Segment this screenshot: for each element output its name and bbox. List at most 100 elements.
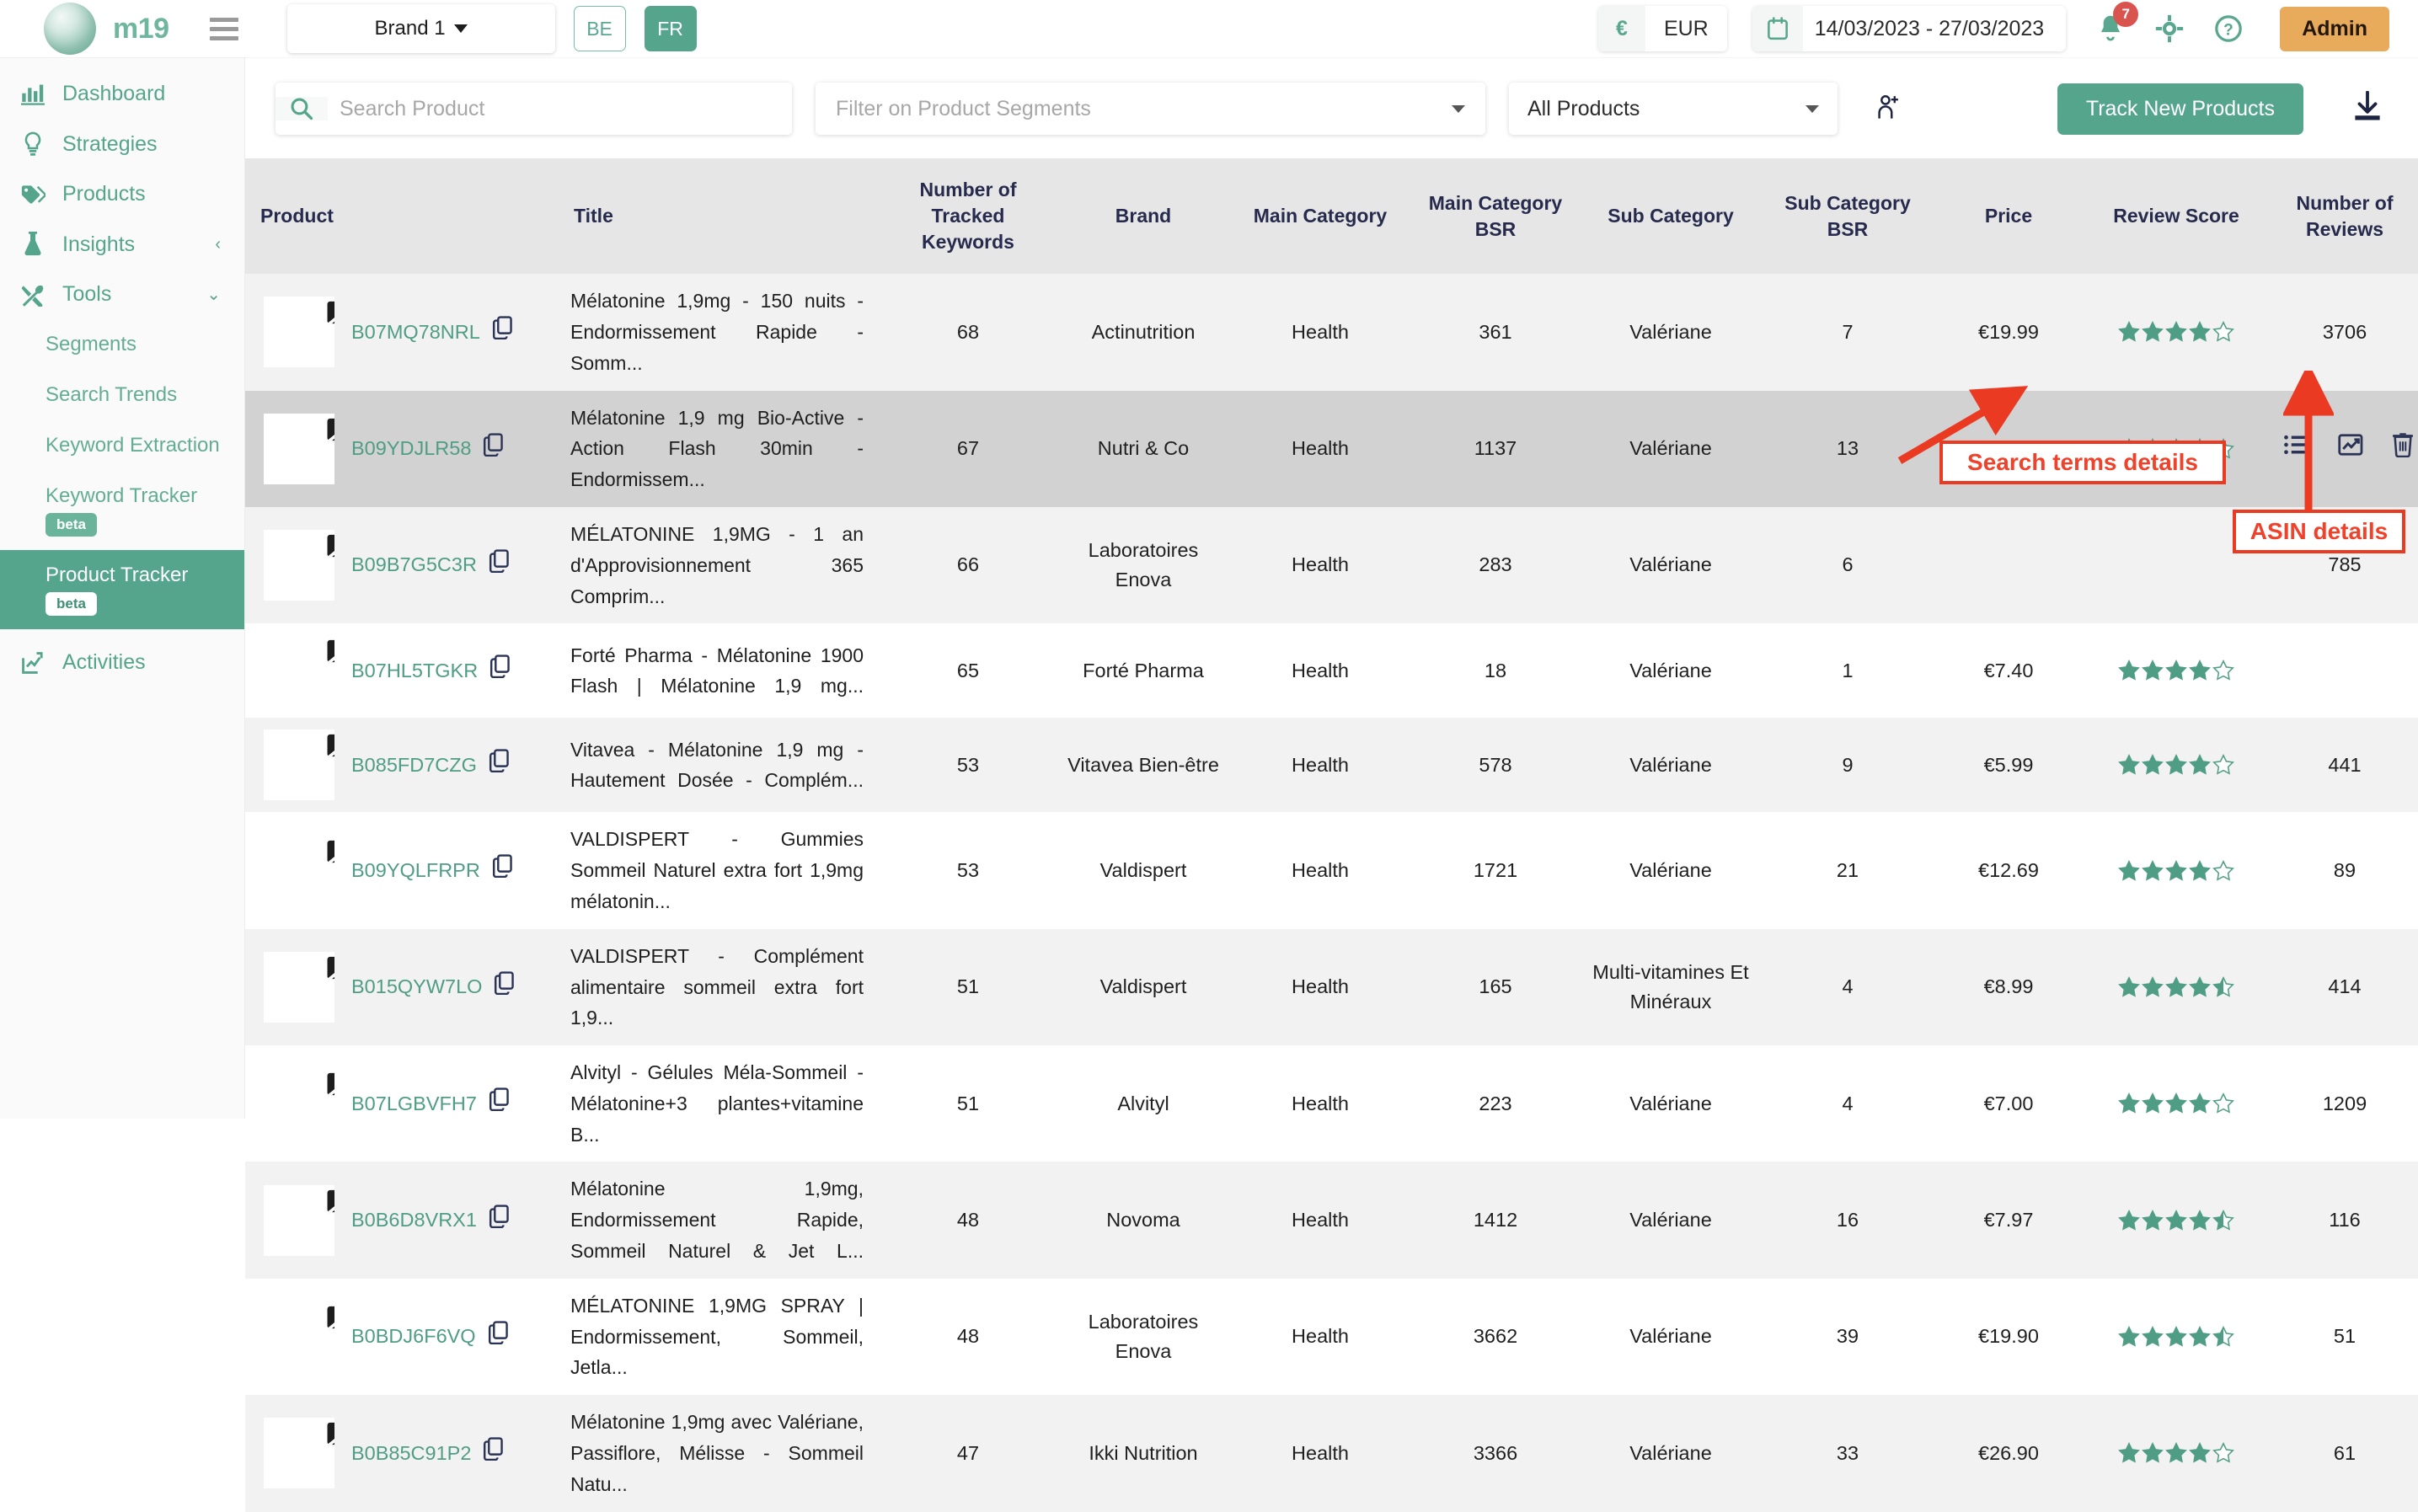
marketplace-fr-button[interactable]: FR	[644, 6, 697, 51]
column-header-review-score[interactable]: Review Score	[2084, 158, 2269, 274]
annotation-arrow-asin-details	[2283, 371, 2334, 512]
table-row[interactable]: B085FD7CZG Vitavea - Mélatonine 1,9 mg - …	[245, 718, 2418, 813]
cell-sub-category: Valériane	[1629, 320, 1712, 343]
copy-asin-icon[interactable]	[494, 971, 516, 1003]
column-header-title[interactable]: Title	[559, 158, 879, 274]
cell-sub-category-bsr: 6	[1842, 553, 1854, 576]
currency-selector[interactable]: € EUR	[1597, 6, 1727, 51]
annotation-search-terms-details: Search terms details	[1939, 441, 2226, 484]
table-row[interactable]: B0B85C91P2 Mélatonine 1,9mg avec Valérian…	[245, 1395, 2418, 1512]
cell-main-category-bsr: 223	[1479, 1092, 1512, 1114]
brand-selector[interactable]: Brand 1	[286, 4, 555, 53]
column-header-product[interactable]: Product	[245, 158, 559, 274]
column-header-main-category-bsr[interactable]: Main Category BSR	[1411, 158, 1580, 274]
cell-number-of-reviews: 1209	[2322, 1092, 2367, 1114]
copy-asin-icon[interactable]	[489, 654, 511, 687]
help-button[interactable]: ?	[2214, 14, 2243, 43]
product-asin-link[interactable]: B0B6D8VRX1	[351, 1205, 477, 1235]
product-asin-link[interactable]: B09YQLFRPR	[351, 856, 480, 885]
column-header-price[interactable]: Price	[1934, 158, 2084, 274]
sidebar-item-segments[interactable]: Segments	[0, 319, 244, 370]
download-icon[interactable]	[2352, 90, 2383, 127]
column-header-main-category[interactable]: Main Category	[1229, 158, 1411, 274]
product-asin-link[interactable]: B09YDJLR58	[351, 434, 471, 463]
no-image-icon	[326, 1070, 334, 1098]
asin-details-button[interactable]	[2338, 433, 2363, 465]
euro-icon: €	[1597, 6, 1645, 51]
cell-review-score	[2084, 929, 2269, 1045]
product-asin-link[interactable]: B0B85C91P2	[351, 1439, 471, 1468]
table-row[interactable]: B07HL5TGKR Forté Pharma - Mélatonine 1900…	[245, 623, 2418, 719]
copy-asin-icon[interactable]	[483, 1437, 505, 1469]
product-asin-link[interactable]: B07MQ78NRL	[351, 318, 480, 347]
date-range-picker[interactable]: 14/03/2023 - 27/03/2023	[1752, 6, 2067, 51]
product-segments-filter[interactable]: Filter on Product Segments	[816, 83, 1485, 135]
column-header-sub-category[interactable]: Sub Category	[1580, 158, 1762, 274]
cell-main-category-bsr: 361	[1479, 320, 1512, 343]
copy-asin-icon[interactable]	[489, 1087, 511, 1119]
settings-button[interactable]	[2155, 14, 2184, 43]
product-asin-link[interactable]: B07HL5TGKR	[351, 656, 478, 686]
sidebar-item-keyword-tracker[interactable]: Keyword Tracker beta	[0, 471, 244, 550]
column-header-number-of-reviews[interactable]: Number of Reviews	[2269, 158, 2418, 274]
copy-asin-icon[interactable]	[492, 854, 514, 886]
sidebar-item-insights[interactable]: Insights ‹	[0, 219, 244, 270]
copy-asin-icon[interactable]	[492, 316, 514, 348]
cell-price: €8.99	[1983, 975, 2034, 998]
product-asin-link[interactable]: B0BDJ6F6VQ	[351, 1322, 476, 1351]
sidebar-item-products[interactable]: Products	[0, 169, 244, 219]
admin-button[interactable]: Admin	[2280, 6, 2389, 51]
app-logo[interactable]: m19	[44, 3, 169, 55]
delete-row-button[interactable]	[2392, 432, 2414, 466]
search-product-box[interactable]	[276, 83, 792, 135]
product-asin-link[interactable]: B09B7G5C3R	[351, 550, 477, 580]
calendar-icon	[1752, 6, 1803, 51]
sidebar-item-product-tracker[interactable]: Product Tracker beta	[0, 550, 244, 629]
table-row[interactable]: B0BDJ6F6VQ MÉLATONINE 1,9MG SPRAY | Endor…	[245, 1278, 2418, 1396]
copy-asin-icon[interactable]	[489, 549, 511, 581]
no-image-icon	[326, 415, 334, 443]
cell-main-category: Health	[1292, 1092, 1349, 1114]
copy-asin-icon[interactable]	[483, 432, 505, 465]
people-filter-icon[interactable]	[1875, 91, 1903, 127]
cell-brand: Forté Pharma	[1083, 659, 1204, 681]
copy-asin-icon[interactable]	[489, 1204, 511, 1237]
product-asin-link[interactable]: B085FD7CZG	[351, 751, 477, 780]
cell-brand: Alvityl	[1117, 1092, 1169, 1114]
sidebar-item-tools[interactable]: Tools ⌄	[0, 270, 244, 319]
review-score-stars	[2090, 1442, 2262, 1464]
sidebar-item-search-trends[interactable]: Search Trends	[0, 370, 244, 420]
products-filter[interactable]: All Products	[1509, 83, 1838, 135]
product-asin-link[interactable]: B07LGBVFH7	[351, 1089, 477, 1119]
marketplace-be-button[interactable]: BE	[573, 6, 626, 51]
cell-tracked-keywords: 53	[956, 753, 980, 776]
sidebar-item-dashboard[interactable]: Dashboard	[0, 69, 244, 119]
lightbulb-icon	[20, 131, 45, 157]
sidebar-item-label: Product Tracker	[45, 564, 189, 586]
column-header-tracked-keywords[interactable]: Number of Tracked Keywords	[879, 158, 1057, 274]
hamburger-icon[interactable]	[209, 17, 238, 40]
cell-main-category-bsr: 3366	[1473, 1441, 1518, 1464]
product-thumbnail	[264, 530, 334, 601]
sidebar-item-label: Search Trends	[45, 383, 178, 406]
column-header-brand[interactable]: Brand	[1057, 158, 1229, 274]
track-new-products-button[interactable]: Track New Products	[2057, 83, 2303, 135]
product-thumbnail	[264, 1184, 334, 1256]
sidebar-item-strategies[interactable]: Strategies	[0, 119, 244, 169]
table-row[interactable]: B09B7G5C3R MÉLATONINE 1,9MG - 1 an d'Appr…	[245, 506, 2418, 624]
copy-asin-icon[interactable]	[488, 1321, 510, 1353]
copy-asin-icon[interactable]	[489, 749, 511, 781]
brand-selector-label: Brand 1	[374, 17, 446, 40]
table-row[interactable]: B0B6D8VRX1 Mélatonine 1,9mg, Endormisseme…	[245, 1162, 2418, 1279]
sidebar-item-activities[interactable]: Activities	[0, 638, 244, 687]
product-asin-link[interactable]: B015QYW7LO	[351, 972, 482, 1002]
table-row[interactable]: B07LGBVFH7 Alvityl - Gélules Méla-Sommeil…	[245, 1045, 2418, 1162]
cell-sub-category-bsr: 1	[1842, 659, 1854, 681]
notifications-button[interactable]: 7	[2096, 2, 2139, 44]
search-input[interactable]	[328, 83, 792, 135]
sidebar-item-keyword-extraction[interactable]: Keyword Extraction	[0, 420, 244, 471]
table-row[interactable]: B015QYW7LO VALDISPERT - Complément alimen…	[245, 928, 2418, 1046]
column-header-sub-category-bsr[interactable]: Sub Category BSR	[1762, 158, 1934, 274]
table-row[interactable]: B07MQ78NRL Mélatonine 1,9mg - 150 nuits -…	[245, 274, 2418, 391]
table-row[interactable]: B09YQLFRPR VALDISPERT - Gummies Sommeil N…	[245, 812, 2418, 929]
